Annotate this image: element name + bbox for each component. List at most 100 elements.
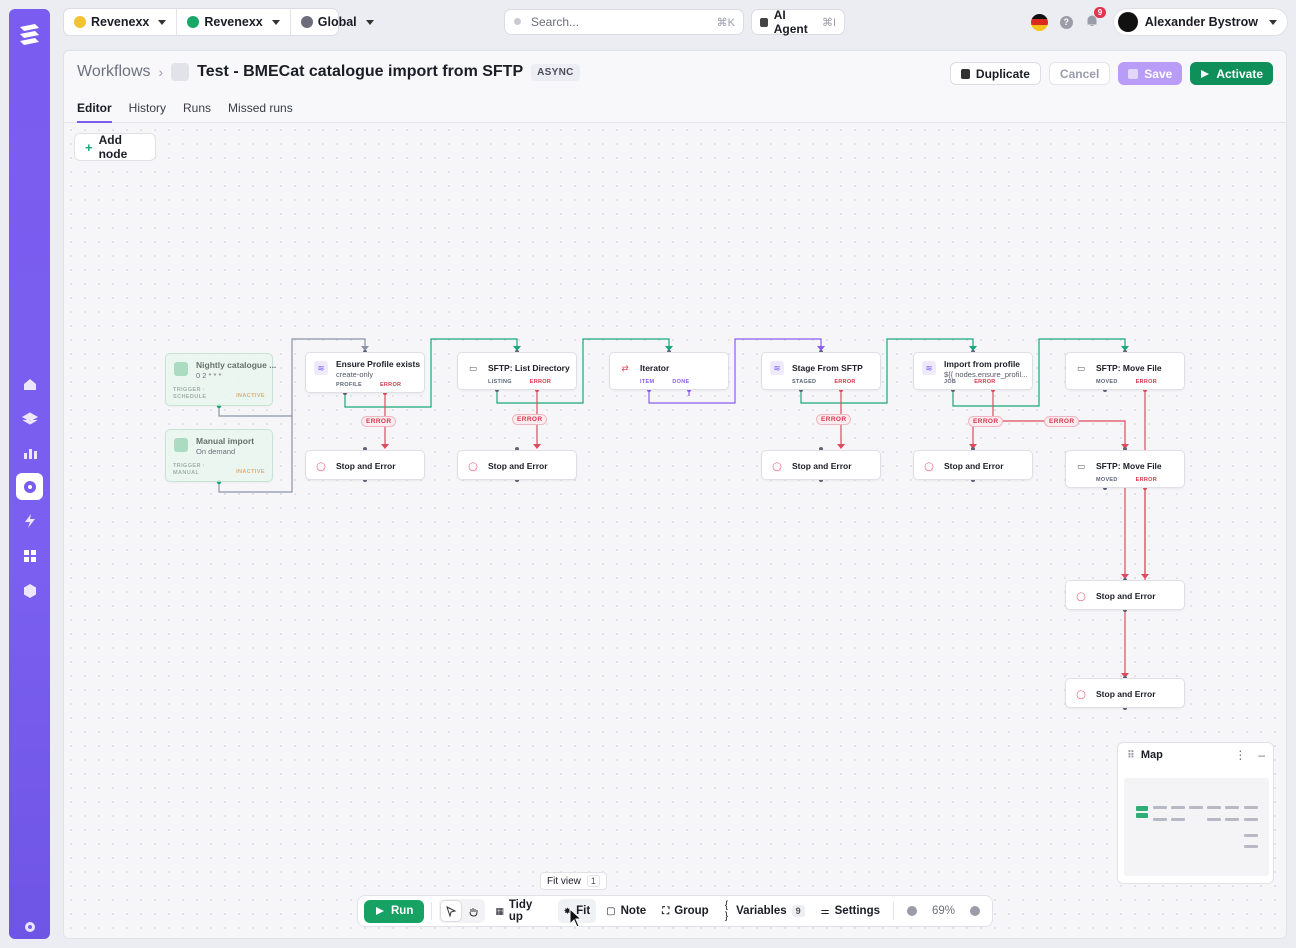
activate-button[interactable]: Activate	[1190, 62, 1273, 85]
workflow-node[interactable]: ≋ Ensure Profile exists create-only PROF…	[305, 352, 425, 393]
zoom-out-icon[interactable]	[906, 906, 917, 916]
help-icon[interactable]: ?	[1059, 15, 1073, 29]
notifications-bell-icon[interactable]: 9	[1085, 7, 1107, 30]
region-selector[interactable]: Global	[289, 9, 384, 35]
node-title: Manual import	[196, 436, 255, 446]
trigger-kind-label: TRIGGER · MANUAL	[173, 463, 206, 476]
user-menu[interactable]: Alexander Bystrow	[1112, 8, 1288, 36]
zoom-controls: 69%	[901, 899, 986, 923]
ai-agent-label: AI Agent	[773, 8, 808, 36]
notifications-badge: 9	[1093, 7, 1107, 18]
status-badge: INACTIVE	[236, 393, 265, 399]
error-circle-icon: ◯	[772, 460, 782, 471]
breadcrumb-workflows-link[interactable]: Workflows	[77, 63, 151, 81]
edge-label-error: ERROR	[512, 414, 548, 425]
port-label-error: ERROR	[529, 379, 552, 385]
add-node-button[interactable]: + Add node	[74, 133, 156, 161]
trigger-node-schedule[interactable]: Nightly catalogue ... 0 2 * * * TRIGGER …	[165, 353, 277, 406]
stop-error-node[interactable]: ◯ Stop and Error	[1065, 580, 1185, 610]
group-icon: ⛶	[662, 905, 670, 917]
minimap-node	[1153, 818, 1167, 821]
workflow-canvas[interactable]: + Add node	[64, 123, 1286, 938]
node-title: Ensure Profile exists	[336, 359, 421, 369]
node-subtitle: ${{ nodes.ensure_profil...	[944, 370, 1028, 379]
canvas-toolbar: Run ▦ Tidy up ✸ Fit ▢ Note ⛶ Group { } V…	[357, 895, 993, 927]
tidy-grid-icon: ▦	[495, 905, 504, 916]
layers-icon[interactable]	[16, 405, 43, 432]
org-selector-secondary[interactable]: Revenexx	[176, 9, 289, 35]
node-ports: LISTING ERROR	[488, 379, 551, 385]
tidy-up-button[interactable]: ▦ Tidy up	[489, 899, 553, 923]
user-name: Alexander Bystrow	[1144, 15, 1258, 29]
stage-icon: ≋	[770, 361, 784, 375]
import-icon: ≋	[922, 361, 936, 375]
mode-badge: ASYNC	[531, 63, 580, 81]
group-button[interactable]: ⛶ Group	[656, 899, 715, 923]
minimap-node	[1171, 806, 1185, 809]
hand-pan-icon[interactable]	[463, 901, 483, 921]
workflow-node[interactable]: ≋ Stage From SFTP STAGED ERROR	[761, 352, 881, 390]
port-label: LISTING	[488, 379, 512, 385]
node-title: Nightly catalogue ...	[196, 360, 277, 370]
stop-error-node[interactable]: ◯ Stop and Error	[761, 450, 881, 480]
more-vertical-icon[interactable]: ⋮	[1234, 748, 1246, 762]
settings-gear-icon[interactable]	[16, 913, 43, 940]
trigger-node-manual[interactable]: Manual import On demand TRIGGER · MANUAL…	[165, 429, 273, 482]
globe-icon	[300, 16, 313, 28]
minimize-icon[interactable]: –	[1258, 748, 1265, 762]
tab-runs[interactable]: Runs	[183, 101, 211, 123]
minimap-viewport[interactable]	[1124, 778, 1269, 876]
cube-icon[interactable]	[16, 577, 43, 604]
stop-error-node[interactable]: ◯ Stop and Error	[457, 450, 577, 480]
stop-error-node[interactable]: ◯ Stop and Error	[1065, 678, 1185, 708]
profile-icon: ≋	[314, 361, 328, 375]
workflow-node[interactable]: ≋ Import from profile ${{ nodes.ensure_p…	[913, 352, 1033, 390]
port-label: STAGED	[792, 379, 817, 385]
home-icon[interactable]	[16, 370, 43, 397]
tab-history[interactable]: History	[129, 101, 166, 123]
settings-button[interactable]: ⚌ Settings	[815, 899, 886, 923]
note-button[interactable]: ▢ Note	[600, 899, 652, 923]
org-selector-primary[interactable]: Revenexx	[64, 9, 176, 35]
node-ports: JOB ERROR	[944, 379, 996, 385]
tooltip-text: Fit view	[547, 875, 581, 887]
variables-button[interactable]: { } Variables 9	[719, 899, 811, 923]
ai-agent-shortcut: ⌘I	[821, 16, 836, 29]
save-button[interactable]: Save	[1118, 62, 1183, 85]
pointer-select-icon[interactable]	[441, 901, 462, 921]
workflow-node[interactable]: ▭ SFTP: Move File MOVED ERROR	[1065, 450, 1185, 488]
workflow-node[interactable]: ▭ SFTP: List Directory LISTING ERROR	[457, 352, 577, 390]
search-icon	[514, 17, 521, 25]
analytics-icon[interactable]	[16, 439, 43, 466]
workflow-header: Workflows › Test - BMECat catalogue impo…	[64, 51, 1286, 123]
cancel-button[interactable]: Cancel	[1048, 62, 1111, 85]
org-logo-icon	[74, 16, 86, 28]
duplicate-button[interactable]: Duplicate	[949, 62, 1041, 85]
workflows-icon[interactable]	[16, 473, 43, 500]
schedule-trigger-icon	[174, 362, 188, 376]
app-logo[interactable]	[17, 21, 42, 46]
port-label: MOVED	[1096, 477, 1118, 483]
chevron-down-icon	[1269, 19, 1277, 25]
loop-icon: ⇄	[621, 362, 629, 373]
node-ports: STAGED ERROR	[792, 379, 856, 385]
search-input[interactable]: Search... ⌘K	[504, 9, 744, 35]
port-label: PROFILE	[336, 382, 362, 388]
tab-missed-runs[interactable]: Missed runs	[228, 101, 293, 123]
apps-grid-icon[interactable]	[16, 542, 43, 569]
drag-handle-icon[interactable]: ⠿	[1127, 750, 1135, 761]
bolt-icon[interactable]	[16, 507, 43, 534]
top-right-controls: ? 9 Alexander Bystrow	[1030, 7, 1288, 36]
language-flag-icon[interactable]	[1030, 13, 1048, 31]
workflow-node[interactable]: ▭ SFTP: Move File MOVED ERROR	[1065, 352, 1185, 390]
ai-agent-button[interactable]: AI Agent ⌘I	[751, 8, 845, 36]
zoom-in-icon[interactable]	[970, 906, 981, 916]
tab-editor[interactable]: Editor	[77, 101, 112, 123]
pointer-mode-toggle	[439, 899, 486, 923]
minimap-node	[1171, 818, 1185, 821]
workflow-node[interactable]: ⇄ Iterator ITEM DONE	[609, 352, 729, 390]
stop-error-node[interactable]: ◯ Stop and Error	[913, 450, 1033, 480]
run-button[interactable]: Run	[364, 899, 425, 923]
stop-error-node[interactable]: ◯ Stop and Error	[305, 450, 425, 480]
minimap-node	[1244, 806, 1258, 809]
